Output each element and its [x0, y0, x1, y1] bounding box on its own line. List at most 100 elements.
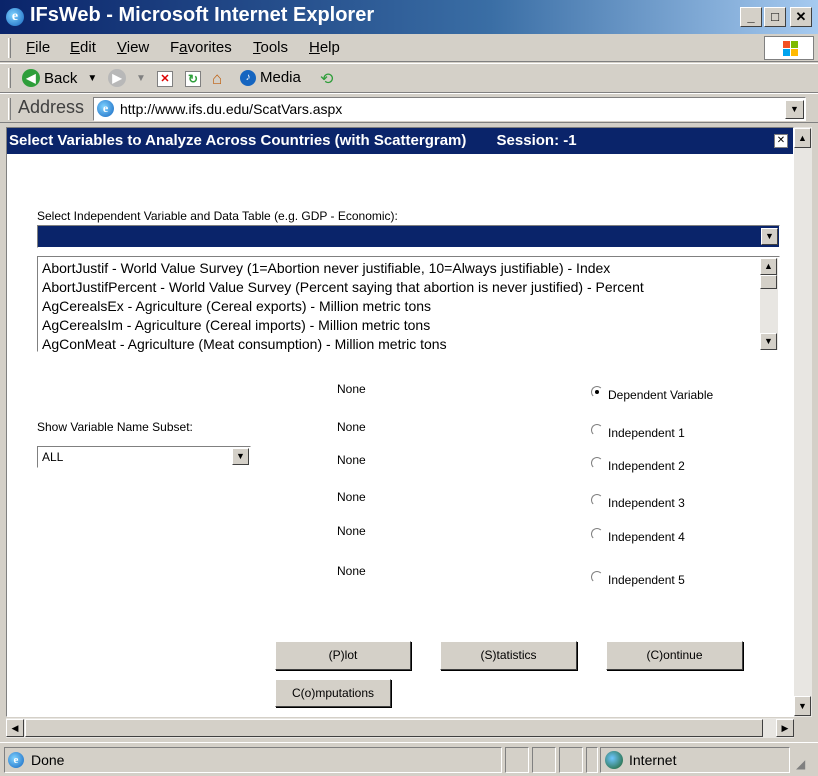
table-dropdown[interactable]: ▼ [37, 225, 780, 248]
close-window-button[interactable]: ✕ [790, 7, 812, 27]
windows-logo-icon [764, 36, 814, 60]
back-arrow-icon: ◀ [22, 69, 40, 87]
maximize-button[interactable]: □ [764, 7, 786, 27]
history-icon[interactable]: ⟲ [320, 69, 333, 89]
media-button[interactable]: ♪ Media [240, 69, 301, 86]
back-button[interactable]: ◀ Back ▼ [22, 69, 97, 87]
independent-5-value: None [337, 564, 366, 578]
status-main-pane: e Done [4, 747, 502, 773]
zone-text: Internet [629, 752, 677, 768]
independent-4-radio[interactable] [591, 528, 603, 540]
table-dropdown-arrow-icon[interactable]: ▼ [761, 228, 778, 245]
plot-button[interactable]: (P)lot [275, 641, 411, 670]
independent-1-radio[interactable] [591, 424, 603, 436]
internet-zone-icon [605, 751, 623, 769]
refresh-icon[interactable]: ↻ [185, 71, 201, 87]
independent-1-radio-label[interactable]: Independent 1 [608, 426, 685, 440]
toolbar-grip [8, 68, 11, 88]
address-field[interactable]: e http://www.ifs.du.edu/ScatVars.aspx ▼ [93, 97, 806, 121]
dependent-radio[interactable] [591, 386, 603, 398]
address-url[interactable]: http://www.ifs.du.edu/ScatVars.aspx [120, 101, 342, 117]
status-bar: e Done Internet ◢ [0, 742, 818, 776]
dependent-value: None [337, 382, 366, 396]
list-item[interactable]: AbortJustif - World Value Survey (1=Abor… [39, 259, 751, 278]
menu-bar: File Edit View Favorites Tools Help [0, 34, 818, 62]
independent-3-value: None [337, 490, 366, 504]
home-icon[interactable]: ⌂ [212, 69, 222, 89]
independent-1-value: None [337, 420, 366, 434]
resize-grip-icon[interactable]: ◢ [796, 757, 805, 771]
computations-button[interactable]: C(o)mputations [275, 679, 391, 707]
independent-5-radio-label[interactable]: Independent 5 [608, 573, 685, 587]
continue-button[interactable]: (C)ontinue [606, 641, 743, 670]
page-scroll-down-icon[interactable]: ▼ [794, 696, 811, 716]
independent-4-radio-label[interactable]: Independent 4 [608, 530, 685, 544]
subset-label: Show Variable Name Subset: [37, 420, 193, 434]
list-scroll-down-icon[interactable]: ▼ [760, 333, 777, 350]
select-variable-label: Select Independent Variable and Data Tab… [37, 209, 398, 223]
menu-help[interactable]: Help [309, 39, 340, 56]
status-pane [532, 747, 556, 773]
list-scroll-thumb[interactable] [760, 275, 777, 289]
independent-5-radio[interactable] [591, 571, 603, 583]
address-bar: Address e http://www.ifs.du.edu/ScatVars… [0, 93, 818, 123]
list-item[interactable]: AgConMeat - Agriculture (Meat consumptio… [39, 335, 751, 354]
independent-3-radio[interactable] [591, 494, 603, 506]
forward-button[interactable]: ▶ ▼ [108, 69, 146, 87]
menu-tools[interactable]: Tools [253, 39, 288, 56]
status-text: Done [31, 752, 65, 768]
subset-value: ALL [42, 450, 64, 464]
page-scroll-right-icon[interactable]: ▶ [776, 719, 794, 737]
list-scroll-up-icon[interactable]: ▲ [760, 258, 777, 275]
media-label: Media [260, 69, 301, 86]
independent-2-radio[interactable] [591, 457, 603, 469]
window-title-bar[interactable]: e IFsWeb - Microsoft Internet Explorer _… [0, 0, 818, 34]
statistics-button[interactable]: (S)tatistics [440, 641, 577, 670]
page-scroll-left-icon[interactable]: ◀ [6, 719, 24, 737]
page-vertical-scrollbar[interactable]: ▲ ▼ [794, 127, 812, 717]
back-dropdown-icon[interactable]: ▼ [87, 73, 97, 84]
session-label: Session: -1 [496, 132, 577, 149]
window-title: IFsWeb - Microsoft Internet Explorer [30, 4, 375, 26]
ie-logo-icon: e [6, 8, 24, 26]
status-pane [559, 747, 583, 773]
menu-favorites[interactable]: Favorites [170, 39, 232, 56]
menu-grip [8, 38, 11, 58]
page-content: Select Variables to Analyze Across Count… [6, 127, 794, 717]
forward-dropdown-icon[interactable]: ▼ [136, 73, 146, 84]
address-label: Address [18, 97, 85, 117]
page-horizontal-scrollbar[interactable]: ◀ ▶ [6, 718, 794, 738]
page-header: Select Variables to Analyze Across Count… [7, 128, 793, 154]
minimize-button[interactable]: _ [740, 7, 762, 27]
subset-select[interactable]: ALL ▼ [37, 446, 251, 468]
independent-4-value: None [337, 524, 366, 538]
back-label: Back [44, 69, 78, 87]
page-close-icon[interactable]: ✕ [774, 134, 788, 148]
menu-view[interactable]: View [117, 39, 149, 56]
subset-dropdown-arrow-icon[interactable]: ▼ [232, 448, 249, 465]
stop-icon[interactable]: ✕ [157, 71, 173, 87]
forward-arrow-icon: ▶ [108, 69, 126, 87]
list-item[interactable]: AgCerealsIm - Agriculture (Cereal import… [39, 316, 751, 335]
menu-edit[interactable]: Edit [70, 39, 96, 56]
page-hscroll-thumb[interactable] [25, 719, 763, 737]
security-zone-pane: Internet [600, 747, 790, 773]
status-pane [505, 747, 529, 773]
variable-list: AbortJustif - World Value Survey (1=Abor… [39, 259, 751, 354]
media-icon: ♪ [240, 69, 256, 86]
list-scrollbar[interactable]: ▲ ▼ [760, 258, 778, 350]
page-status-icon: e [8, 752, 24, 768]
address-dropdown-button[interactable]: ▼ [785, 100, 804, 119]
page-scroll-up-icon[interactable]: ▲ [794, 128, 811, 148]
independent-2-radio-label[interactable]: Independent 2 [608, 459, 685, 473]
standard-toolbar: ◀ Back ▼ ▶ ▼ ✕ ↻ ⌂ ♪ Media ⟲ [0, 63, 818, 93]
page-icon: e [97, 100, 114, 117]
address-grip [8, 98, 11, 120]
menu-file[interactable]: File [26, 39, 50, 56]
variable-listbox[interactable]: AbortJustif - World Value Survey (1=Abor… [37, 256, 780, 352]
dependent-radio-label[interactable]: Dependent Variable [608, 388, 713, 402]
list-item[interactable]: AgCerealsEx - Agriculture (Cereal export… [39, 297, 751, 316]
status-pane [586, 747, 598, 773]
list-item[interactable]: AbortJustifPercent - World Value Survey … [39, 278, 751, 297]
independent-3-radio-label[interactable]: Independent 3 [608, 496, 685, 510]
